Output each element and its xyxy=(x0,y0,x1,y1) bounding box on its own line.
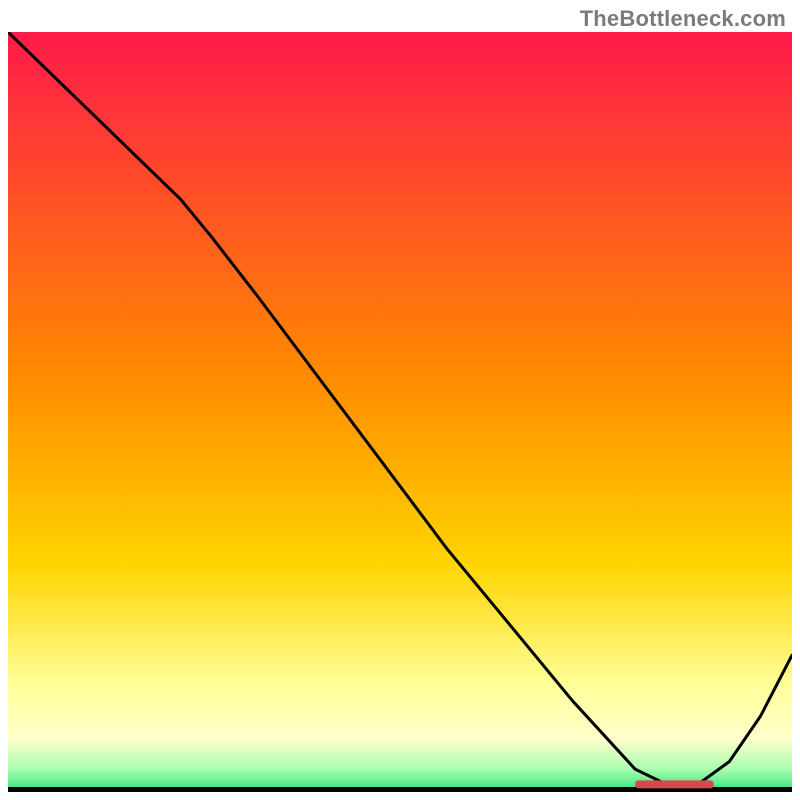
watermark-text: TheBottleneck.com xyxy=(580,6,786,32)
chart-stage: TheBottleneck.com xyxy=(0,0,800,800)
bottleneck-chart xyxy=(8,32,792,792)
optimal-band-marker xyxy=(635,780,713,788)
